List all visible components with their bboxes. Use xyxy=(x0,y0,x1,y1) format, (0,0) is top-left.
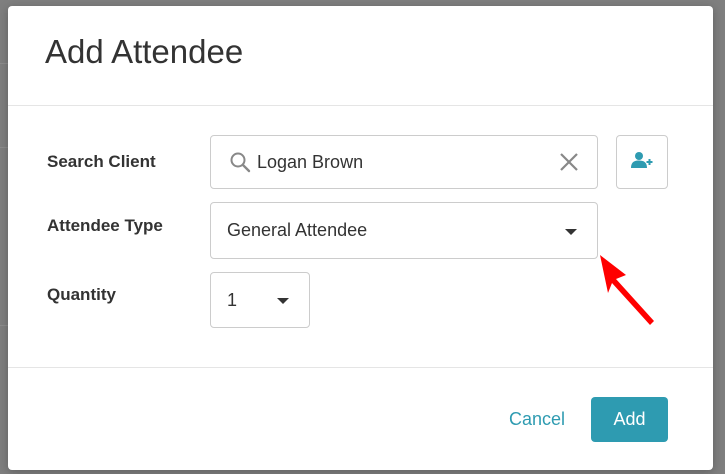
quantity-label: Quantity xyxy=(47,285,116,304)
background-divider xyxy=(0,63,8,64)
chevron-down-icon xyxy=(565,229,577,235)
add-button[interactable]: Add xyxy=(591,397,668,442)
search-client-field[interactable] xyxy=(210,135,598,189)
quantity-value: 1 xyxy=(227,289,238,310)
dialog-header: Add Attendee xyxy=(8,6,713,106)
background-divider xyxy=(0,147,8,148)
attendee-type-select[interactable]: General Attendee xyxy=(210,202,598,259)
quantity-select[interactable]: 1 xyxy=(210,272,310,328)
cancel-button[interactable]: Cancel xyxy=(509,409,565,430)
close-icon[interactable] xyxy=(559,152,579,172)
search-client-label: Search Client xyxy=(47,152,156,171)
add-attendee-dialog: Add Attendee Search Client Logan Brown A… xyxy=(8,6,713,470)
add-user-icon xyxy=(631,151,653,174)
add-new-client-button[interactable] xyxy=(616,135,668,189)
dialog-footer: Cancel Add xyxy=(8,368,713,470)
attendee-type-value: General Attendee xyxy=(227,220,368,240)
annotation-arrow-icon xyxy=(600,255,654,325)
search-client-input[interactable] xyxy=(257,151,547,173)
dialog-title: Add Attendee xyxy=(45,33,244,70)
chevron-down-icon xyxy=(277,298,289,304)
attendee-type-label: Attendee Type xyxy=(47,216,163,235)
background-divider xyxy=(0,325,8,326)
search-icon xyxy=(229,151,251,173)
